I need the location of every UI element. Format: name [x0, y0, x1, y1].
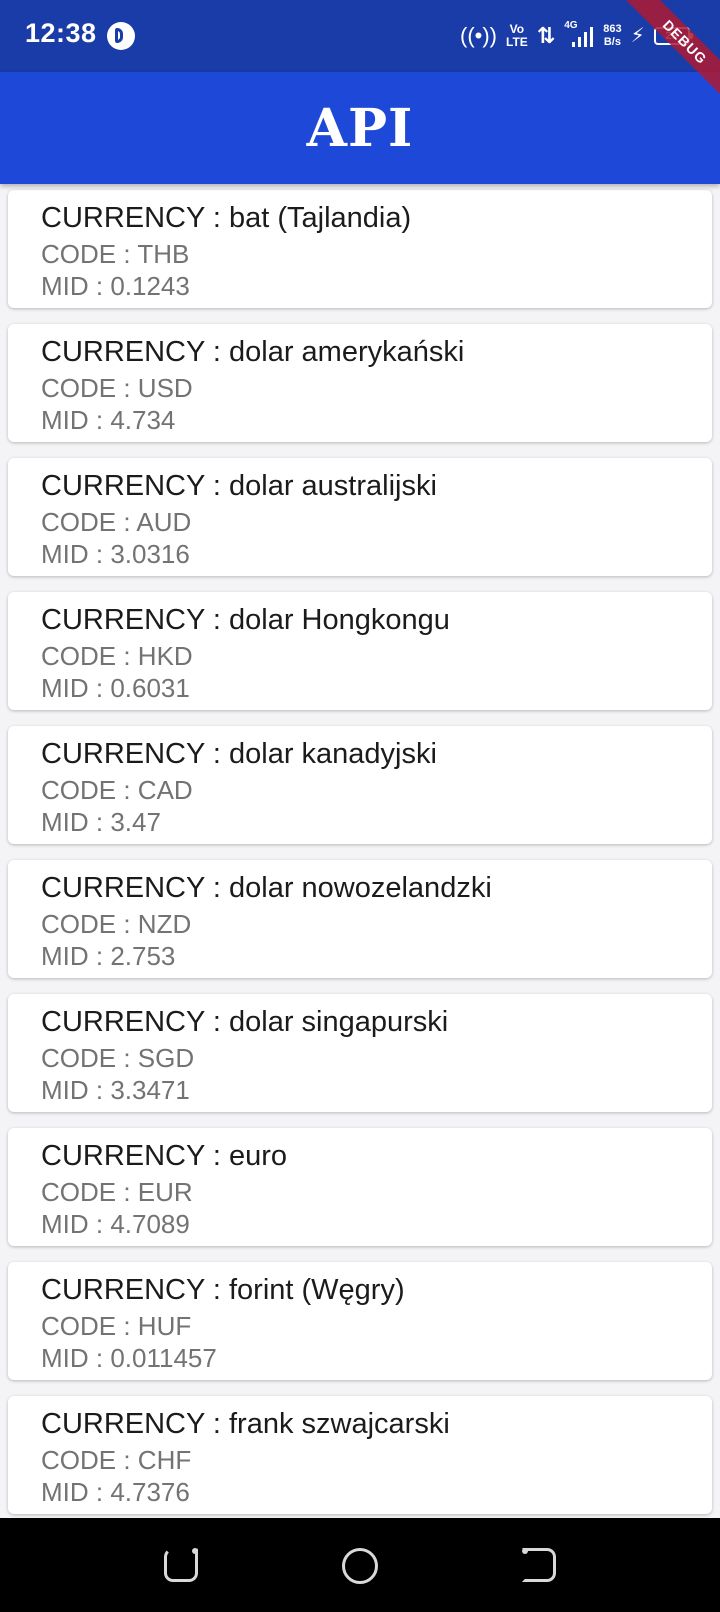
currency-name: CURRENCY : bat (Tajlandia): [41, 202, 412, 234]
currency-code: CODE : SGD: [41, 1043, 195, 1073]
currency-name: CURRENCY : frank szwajcarski: [41, 1408, 450, 1440]
currency-card: CURRENCY : dolar singapurski CODE : SGD …: [8, 994, 712, 1112]
speed-value: 863: [603, 23, 622, 35]
app-bar: API: [0, 72, 720, 184]
currency-mid: MID : 2.753: [41, 941, 176, 971]
currency-code: CODE : CHF: [41, 1445, 192, 1475]
currency-name: CURRENCY : dolar amerykański: [41, 336, 465, 368]
currency-name: CURRENCY : dolar nowozelandzki: [41, 872, 492, 904]
currency-name: CURRENCY : dolar singapurski: [41, 1006, 449, 1038]
currency-card: CURRENCY : dolar amerykański CODE : USD …: [8, 324, 712, 442]
home-icon[interactable]: [342, 1548, 378, 1584]
currency-list[interactable]: CURRENCY : bat (Tajlandia) CODE : THB MI…: [0, 184, 720, 1518]
currency-name: CURRENCY : dolar australijski: [41, 470, 437, 502]
currency-name: CURRENCY : forint (Węgry): [41, 1274, 405, 1306]
currency-code: CODE : NZD: [41, 909, 192, 939]
currency-mid: MID : 4.7089: [41, 1209, 190, 1239]
battery-icon: 29: [653, 27, 693, 45]
currency-code: CODE : AUD: [41, 507, 192, 537]
currency-card: CURRENCY : forint (Węgry) CODE : HUF MID…: [8, 1262, 712, 1380]
back-icon[interactable]: [522, 1548, 556, 1582]
currency-name: CURRENCY : dolar kanadyjski: [41, 738, 437, 770]
currency-mid: MID : 0.011457: [41, 1343, 217, 1373]
data-arrows-icon: ⇅: [536, 23, 556, 48]
currency-code: CODE : USD: [41, 373, 193, 403]
charging-icon: ⚡: [630, 25, 645, 47]
currency-card: CURRENCY : bat (Tajlandia) CODE : THB MI…: [8, 190, 712, 308]
currency-card: CURRENCY : euro CODE : EUR MID : 4.7089: [8, 1128, 712, 1246]
currency-mid: MID : 0.1243: [41, 271, 190, 301]
currency-name: CURRENCY : euro: [41, 1140, 288, 1172]
status-time: 12:38: [25, 18, 97, 48]
currency-card: CURRENCY : dolar Hongkongu CODE : HKD MI…: [8, 592, 712, 710]
status-bar: 12:38 ((•)) Vo LTE ⇅ 4G 863 B/s ⚡ 29: [0, 0, 720, 72]
currency-code: CODE : EUR: [41, 1177, 193, 1207]
currency-code: CODE : THB: [41, 239, 190, 269]
currency-card: CURRENCY : dolar kanadyjski CODE : CAD M…: [8, 726, 712, 844]
currency-mid: MID : 3.0316: [41, 539, 190, 569]
currency-code: CODE : HUF: [41, 1311, 192, 1341]
signal-icon: 4G: [564, 20, 594, 49]
navigation-bar: [0, 1518, 720, 1612]
network-type-label: 4G: [564, 20, 578, 31]
currency-mid: MID : 3.3471: [41, 1075, 190, 1105]
network-speed: 863 B/s: [603, 23, 621, 49]
battery-level: 29: [665, 30, 678, 42]
currency-mid: MID : 0.6031: [41, 673, 190, 703]
currency-card: CURRENCY : dolar australijski CODE : AUD…: [8, 458, 712, 576]
currency-mid: MID : 4.7376: [41, 1477, 190, 1507]
currency-mid: MID : 3.47: [41, 807, 161, 837]
currency-code: CODE : HKD: [41, 641, 193, 671]
status-icons: ((•)) Vo LTE ⇅ 4G 863 B/s ⚡ 29: [460, 18, 693, 54]
currency-card: CURRENCY : dolar nowozelandzki CODE : NZ…: [8, 860, 712, 978]
currency-mid: MID : 4.734: [41, 405, 176, 435]
currency-code: CODE : CAD: [41, 775, 193, 805]
speed-unit: B/s: [603, 36, 621, 48]
currency-card: CURRENCY : frank szwajcarski CODE : CHF …: [8, 1396, 712, 1514]
volte-icon: Vo LTE: [506, 23, 528, 49]
hotspot-icon: ((•)): [460, 23, 498, 48]
volte-bottom-label: LTE: [506, 35, 528, 49]
app-title: API: [306, 97, 414, 159]
currency-name: CURRENCY : dolar Hongkongu: [41, 604, 450, 636]
recents-icon[interactable]: [164, 1548, 198, 1582]
notification-app-icon: [107, 22, 135, 50]
